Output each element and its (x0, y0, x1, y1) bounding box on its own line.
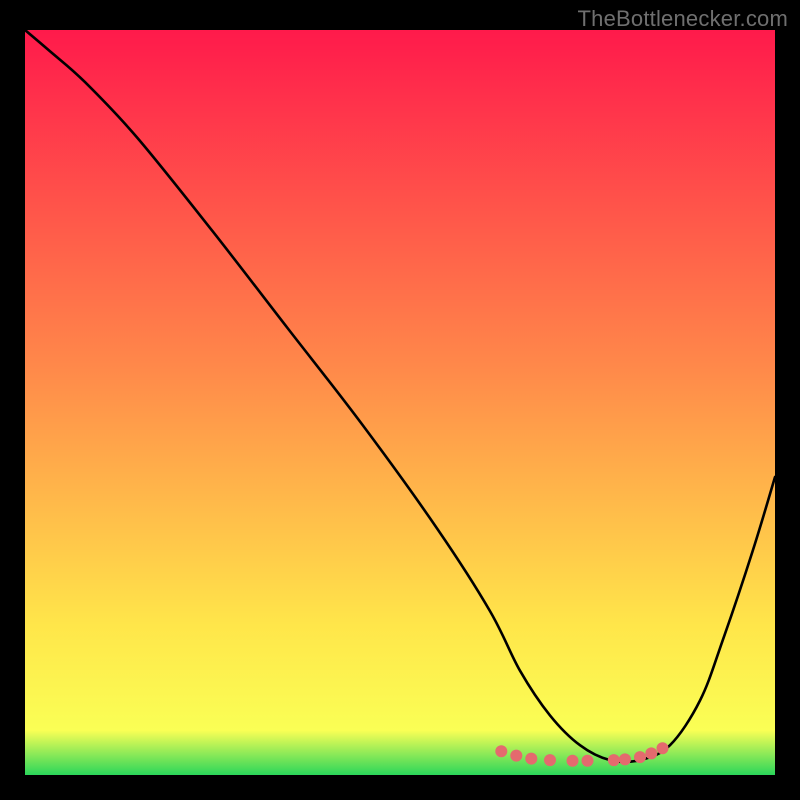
optimal-marker (525, 753, 537, 765)
optimal-marker (495, 745, 507, 757)
optimal-marker (582, 755, 594, 767)
optimal-marker (544, 754, 556, 766)
gradient-background (25, 30, 775, 775)
optimal-marker (567, 755, 579, 767)
attribution-label: TheBottlenecker.com (578, 6, 788, 32)
chart-container: TheBottlenecker.com (0, 0, 800, 800)
optimal-marker (634, 751, 646, 763)
optimal-marker (510, 750, 522, 762)
optimal-marker (645, 747, 657, 759)
chart-svg (25, 30, 775, 775)
optimal-marker (619, 753, 631, 765)
plot-area (25, 30, 775, 775)
optimal-marker (608, 754, 620, 766)
optimal-marker (657, 742, 669, 754)
